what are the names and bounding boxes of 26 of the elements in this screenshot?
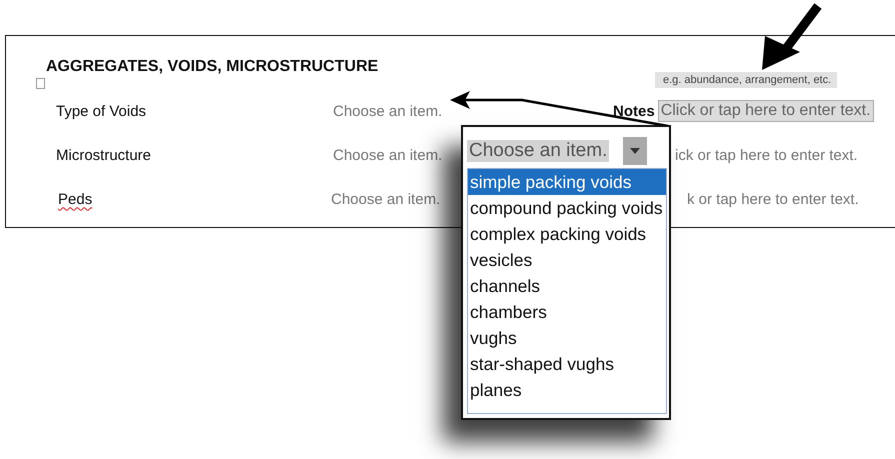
option-item[interactable]: vesicles [468, 247, 666, 273]
option-item[interactable]: channels [468, 273, 666, 299]
field-label: Microstructure [56, 146, 152, 164]
dropdown-placeholder[interactable]: Choose an item. [333, 146, 442, 164]
option-item[interactable]: compound packing voids [468, 195, 666, 221]
pointer-arrow [762, 3, 822, 70]
table-handle-icon[interactable] [36, 78, 45, 89]
notes-placeholder[interactable]: k or tap here to enter text. [687, 190, 859, 208]
option-item[interactable]: chambers [468, 299, 666, 325]
notes-placeholder[interactable]: ick or tap here to enter text. [675, 146, 858, 164]
section-heading: AGGREGATES, VOIDS, MICROSTRUCTURE [46, 58, 380, 76]
combo-value[interactable]: Choose an item. [467, 140, 610, 162]
hint-tooltip: e.g. abundance, arrangement, etc. [655, 72, 838, 88]
dropdown-button[interactable] [623, 137, 648, 165]
caret-icon [630, 148, 640, 154]
field-label: Peds [58, 190, 92, 208]
option-item[interactable]: complex packing voids [468, 221, 666, 247]
notes-field[interactable]: Click or tap here to enter text. [658, 100, 874, 122]
option-item[interactable]: vughs [468, 325, 666, 351]
option-item[interactable]: planes [468, 377, 666, 403]
notes-label: Notes [613, 102, 655, 120]
option-item[interactable]: simple packing voids [468, 169, 666, 195]
option-item[interactable]: star-shaped vughs [468, 351, 666, 377]
dropdown-placeholder[interactable]: Choose an item. [333, 102, 442, 120]
field-label: Type of Voids [56, 102, 146, 120]
dropdown-placeholder[interactable]: Choose an item. [331, 190, 440, 208]
